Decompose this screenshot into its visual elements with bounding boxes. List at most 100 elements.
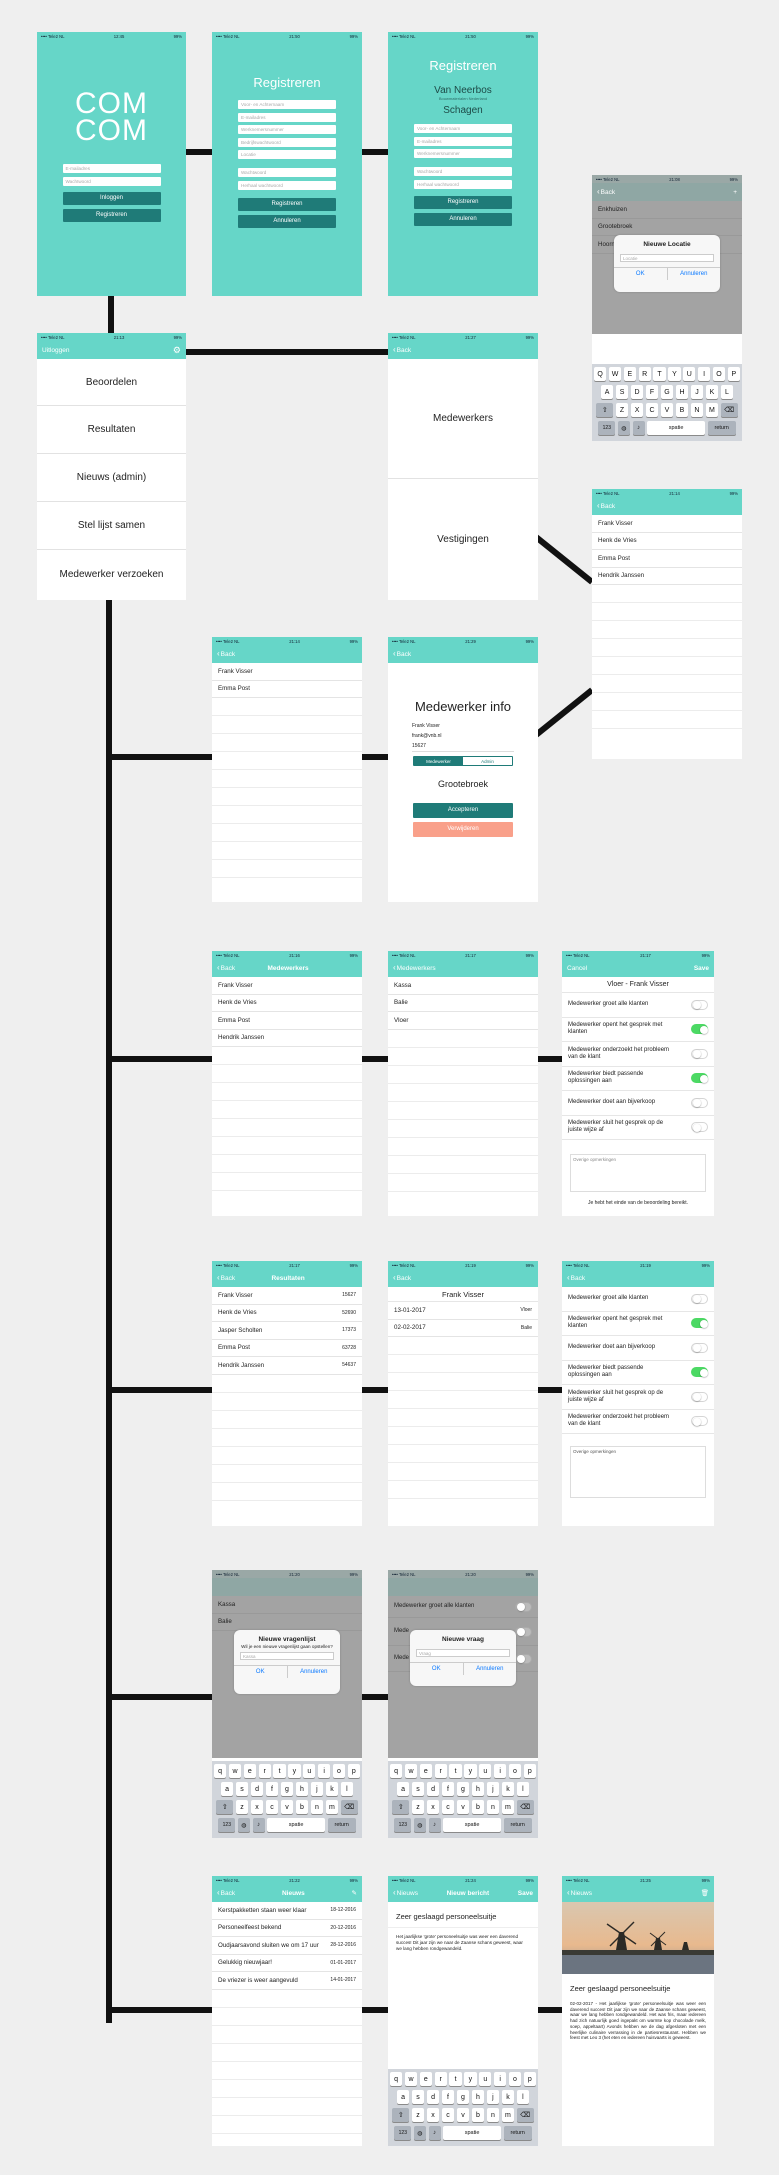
email-input[interactable]: E-mailadres	[62, 164, 161, 173]
key[interactable]: j	[310, 1782, 324, 1796]
headline-input[interactable]: Zeer geslaagd personeelsuitje	[388, 1902, 538, 1928]
key[interactable]: F	[645, 385, 659, 399]
list-item[interactable]: Henk de Vries	[212, 995, 362, 1012]
shift-key[interactable]: ⇧	[216, 1800, 234, 1814]
key[interactable]: g	[280, 1782, 294, 1796]
menu-item-lijst[interactable]: Stel lijst samen	[37, 502, 186, 550]
add-icon[interactable]: +	[733, 189, 737, 196]
password-input[interactable]: Wachtwoord	[414, 167, 512, 176]
key[interactable]: A	[600, 385, 614, 399]
globe-icon[interactable]: ◍	[413, 2126, 426, 2140]
microphone-icon[interactable]: ♪	[428, 1818, 441, 1832]
location-input[interactable]: Locatie	[238, 150, 336, 159]
toggle-switch[interactable]	[691, 1048, 708, 1059]
key[interactable]: y	[464, 2072, 477, 2086]
key[interactable]: s	[411, 2090, 425, 2104]
key[interactable]: c	[441, 1800, 455, 1814]
key[interactable]: y	[464, 1764, 477, 1778]
key[interactable]: n	[486, 2108, 500, 2122]
key[interactable]: X	[630, 403, 644, 417]
back-button[interactable]: ‹ Back	[393, 650, 411, 658]
list-item[interactable]: Hendrik Janssen	[592, 568, 742, 585]
key[interactable]: w	[404, 1764, 418, 1778]
back-button[interactable]: ‹ Back	[217, 1274, 235, 1282]
key[interactable]: u	[303, 1764, 316, 1778]
cancel-button[interactable]: Annuleren	[414, 212, 512, 226]
microphone-icon[interactable]: ♪	[252, 1818, 265, 1832]
admin-item-medewerkers[interactable]: Medewerkers	[388, 359, 538, 479]
microphone-icon[interactable]: ♪	[428, 2126, 441, 2140]
key[interactable]: M	[705, 403, 719, 417]
key[interactable]: i	[494, 1764, 507, 1778]
list-item[interactable]: Hendrik Janssen 54637	[212, 1357, 362, 1375]
list-item[interactable]: Kassa	[212, 1596, 362, 1614]
numbers-key[interactable]: 123	[394, 2126, 412, 2140]
accept-button[interactable]: Accepteren	[413, 803, 513, 818]
toggle-switch[interactable]	[691, 1073, 708, 1084]
cancel-button[interactable]: Annuleren	[238, 214, 336, 228]
key[interactable]: U	[683, 367, 696, 381]
key[interactable]: Q	[594, 367, 607, 381]
register-button[interactable]: Registreren	[62, 208, 161, 222]
shift-key[interactable]: ⇧	[392, 2108, 410, 2122]
key[interactable]: S	[615, 385, 629, 399]
key[interactable]: b	[471, 1800, 485, 1814]
employee-number-input[interactable]: Werknemersnummer	[414, 149, 512, 158]
list-item[interactable]: 13-01-2017 Vloer	[388, 1302, 538, 1320]
key[interactable]: o	[508, 1764, 522, 1778]
toggle-switch[interactable]	[691, 1367, 708, 1378]
back-button[interactable]: ‹ Back	[393, 346, 411, 354]
list-item[interactable]: Oudjaarsavond sluiten we om 17 uur 28-12-…	[212, 1937, 362, 1955]
key[interactable]: p	[347, 1764, 360, 1778]
ok-button[interactable]: OK	[410, 1663, 463, 1675]
backspace-key[interactable]: ⌫	[720, 403, 738, 417]
save-button[interactable]: Save	[518, 1890, 533, 1897]
key[interactable]: h	[471, 2090, 485, 2104]
key[interactable]: a	[396, 1782, 410, 1796]
segment-medewerker[interactable]: Medewerker	[414, 757, 463, 765]
key[interactable]: s	[411, 1782, 425, 1796]
key[interactable]: f	[441, 1782, 455, 1796]
key[interactable]: p	[523, 2072, 536, 2086]
list-item[interactable]: Vloer	[388, 1012, 538, 1030]
key[interactable]: o	[508, 2072, 522, 2086]
back-button[interactable]: ‹ Nieuws	[393, 1889, 418, 1897]
trash-icon[interactable]: 🗑	[701, 1889, 709, 1897]
key[interactable]: z	[411, 2108, 425, 2122]
key[interactable]: c	[265, 1800, 279, 1814]
key[interactable]: x	[426, 1800, 440, 1814]
key[interactable]: k	[325, 1782, 339, 1796]
toggle-switch[interactable]	[691, 1318, 708, 1329]
key[interactable]: l	[340, 1782, 354, 1796]
return-key[interactable]: return	[327, 1818, 356, 1832]
shift-key[interactable]: ⇧	[392, 1800, 410, 1814]
ok-button[interactable]: OK	[614, 268, 667, 280]
list-item[interactable]: Emma Post	[212, 681, 362, 698]
list-item[interactable]: Henk de Vries 52690	[212, 1305, 362, 1322]
key[interactable]: t	[273, 1764, 286, 1778]
list-name-input[interactable]: Kassa	[240, 1652, 334, 1660]
key[interactable]: W	[608, 367, 622, 381]
key[interactable]: H	[675, 385, 689, 399]
cancel-button[interactable]: Cancel	[567, 965, 587, 972]
key[interactable]: a	[396, 2090, 410, 2104]
list-item[interactable]: Emma Post 63728	[212, 1340, 362, 1357]
menu-item-verzoeken[interactable]: Medewerker verzoeken	[37, 550, 186, 598]
backspace-key[interactable]: ⌫	[340, 1800, 358, 1814]
key[interactable]: r	[434, 2072, 447, 2086]
ok-button[interactable]: OK	[234, 1666, 287, 1678]
toggle-switch[interactable]	[691, 1342, 708, 1353]
key[interactable]: f	[441, 2090, 455, 2104]
space-key[interactable]: spatie	[267, 1818, 326, 1832]
key[interactable]: q	[390, 1764, 403, 1778]
backspace-key[interactable]: ⌫	[516, 2108, 534, 2122]
password-input[interactable]: Wachtwoord	[62, 176, 161, 186]
menu-item-resultaten[interactable]: Resultaten	[37, 406, 186, 454]
email-input[interactable]: E-mailadres	[414, 136, 512, 146]
key[interactable]: h	[471, 1782, 485, 1796]
key[interactable]: e	[243, 1764, 256, 1778]
key[interactable]: I	[698, 367, 711, 381]
repeat-password-input[interactable]: Herhaal wachtwoord	[238, 180, 336, 190]
key[interactable]: k	[501, 1782, 515, 1796]
key[interactable]: g	[456, 2090, 470, 2104]
